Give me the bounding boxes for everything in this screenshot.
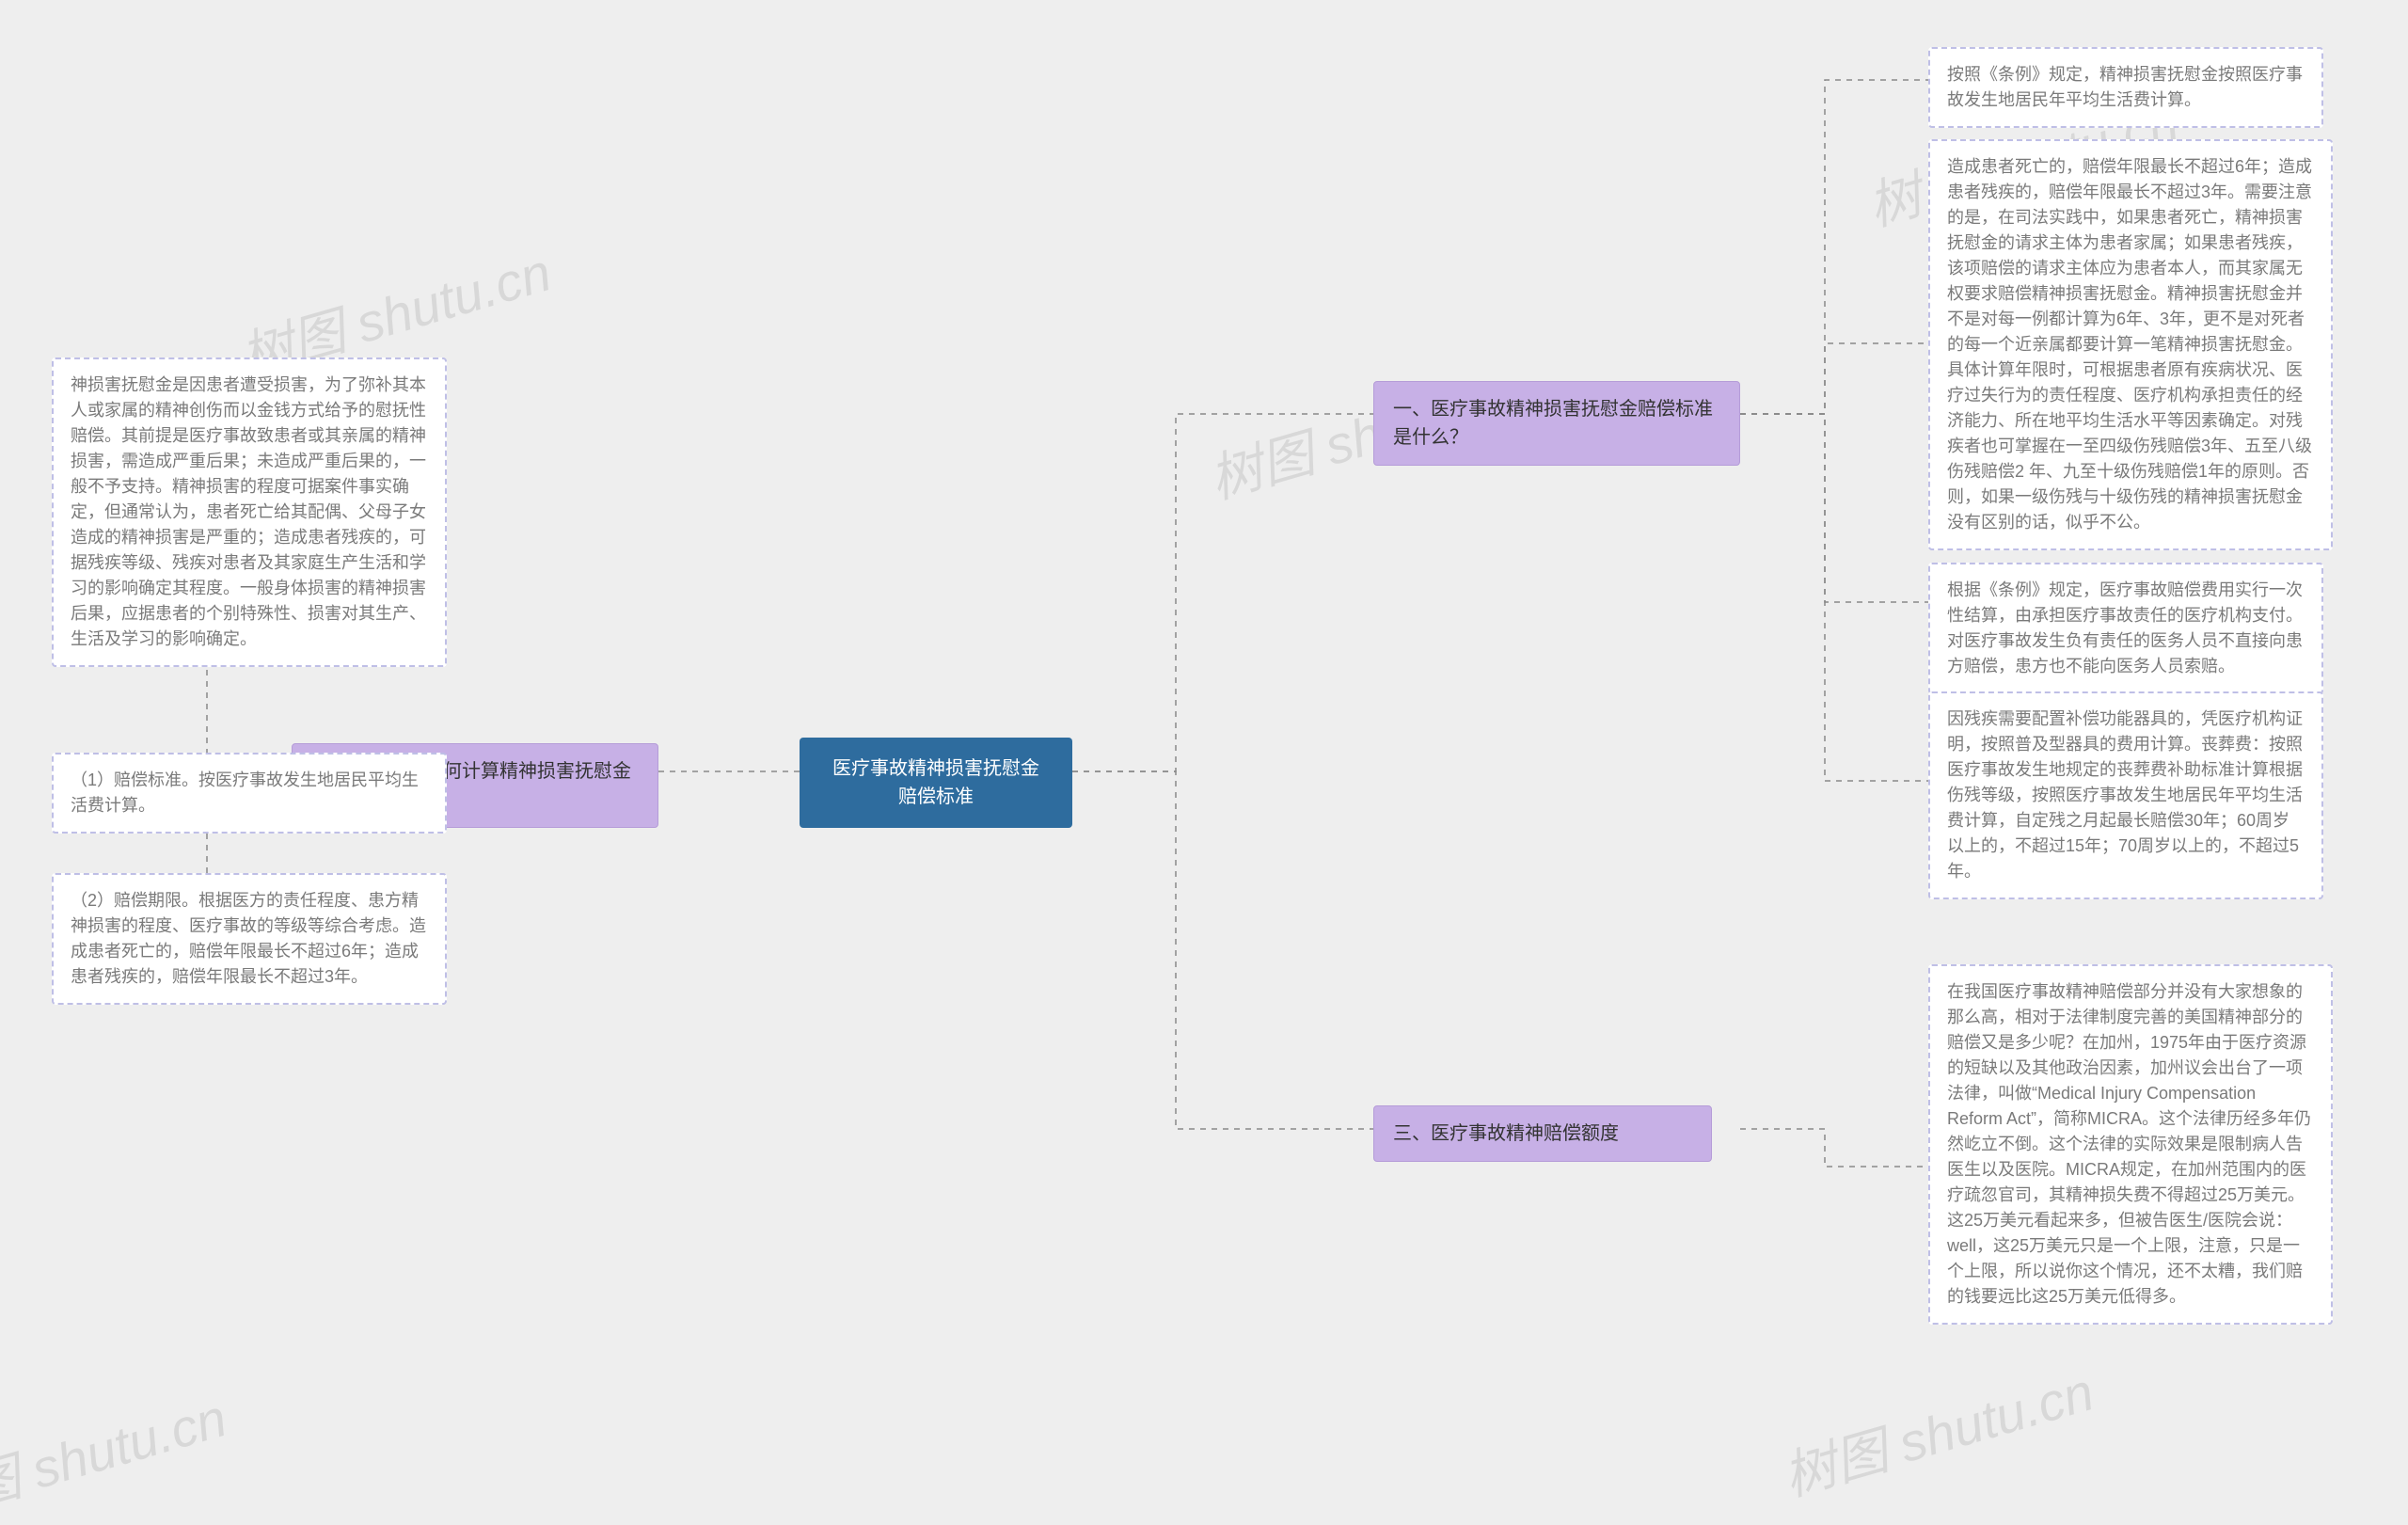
leaf-node-1-2[interactable]: 造成患者死亡的，赔偿年限最长不超过6年；造成患者残疾的，赔偿年限最长不超过3年。… [1928, 139, 2333, 550]
leaf-node-1-3[interactable]: 根据《条例》规定，医疗事故赔偿费用实行一次性结算，由承担医疗事故责任的医疗机构支… [1928, 563, 2323, 694]
center-node[interactable]: 医疗事故精神损害抚慰金赔偿标准 [800, 738, 1072, 828]
leaf-node-2-2[interactable]: （1）赔偿标准。按医疗事故发生地居民平均生活费计算。 [52, 753, 447, 834]
leaf-3-1-text: 在我国医疗事故精神赔偿部分并没有大家想象的那么高，相对于法律制度完善的美国精神部… [1947, 982, 2311, 1306]
leaf-2-1-text: 神损害抚慰金是因患者遭受损害，为了弥补其本人或家属的精神创伤而以金钱方式给予的慰… [71, 375, 426, 648]
leaf-1-1-text: 按照《条例》规定，精神损害抚慰金按照医疗事故发生地居民年平均生活费计算。 [1947, 65, 2303, 109]
branch-1-title: 一、医疗事故精神损害抚慰金赔偿标准是什么？ [1393, 399, 1713, 448]
leaf-1-2-text: 造成患者死亡的，赔偿年限最长不超过6年；造成患者残疾的，赔偿年限最长不超过3年。… [1947, 157, 2312, 532]
mindmap-canvas: 树图 shutu.cn 树图 shutu.cn 树图 shutu.cn 树图 s… [0, 0, 2408, 1525]
branch-node-3[interactable]: 三、医疗事故精神赔偿额度 [1373, 1105, 1712, 1162]
leaf-2-2-text: （1）赔偿标准。按医疗事故发生地居民平均生活费计算。 [71, 770, 419, 815]
leaf-node-2-1[interactable]: 神损害抚慰金是因患者遭受损害，为了弥补其本人或家属的精神创伤而以金钱方式给予的慰… [52, 357, 447, 667]
branch-3-title: 三、医疗事故精神赔偿额度 [1393, 1123, 1619, 1144]
leaf-2-3-text: （2）赔偿期限。根据医方的责任程度、患方精神损害的程度、医疗事故的等级等综合考虑… [71, 891, 426, 986]
leaf-1-4-text: 因残疾需要配置补偿功能器具的，凭医疗机构证明，按照普及型器具的费用计算。丧葬费：… [1947, 709, 2303, 881]
leaf-1-3-text: 根据《条例》规定，医疗事故赔偿费用实行一次性结算，由承担医疗事故责任的医疗机构支… [1947, 580, 2303, 675]
watermark: 树图 shutu.cn [1773, 1350, 2100, 1511]
leaf-node-3-1[interactable]: 在我国医疗事故精神赔偿部分并没有大家想象的那么高，相对于法律制度完善的美国精神部… [1928, 964, 2333, 1325]
leaf-node-1-4[interactable]: 因残疾需要配置补偿功能器具的，凭医疗机构证明，按照普及型器具的费用计算。丧葬费：… [1928, 691, 2323, 899]
watermark: 图 shutu.cn [0, 1376, 234, 1523]
leaf-node-2-3[interactable]: （2）赔偿期限。根据医方的责任程度、患方精神损害的程度、医疗事故的等级等综合考虑… [52, 873, 447, 1005]
center-title: 医疗事故精神损害抚慰金赔偿标准 [832, 758, 1039, 807]
leaf-node-1-1[interactable]: 按照《条例》规定，精神损害抚慰金按照医疗事故发生地居民年平均生活费计算。 [1928, 47, 2323, 128]
branch-node-1[interactable]: 一、医疗事故精神损害抚慰金赔偿标准是什么？ [1373, 381, 1740, 466]
